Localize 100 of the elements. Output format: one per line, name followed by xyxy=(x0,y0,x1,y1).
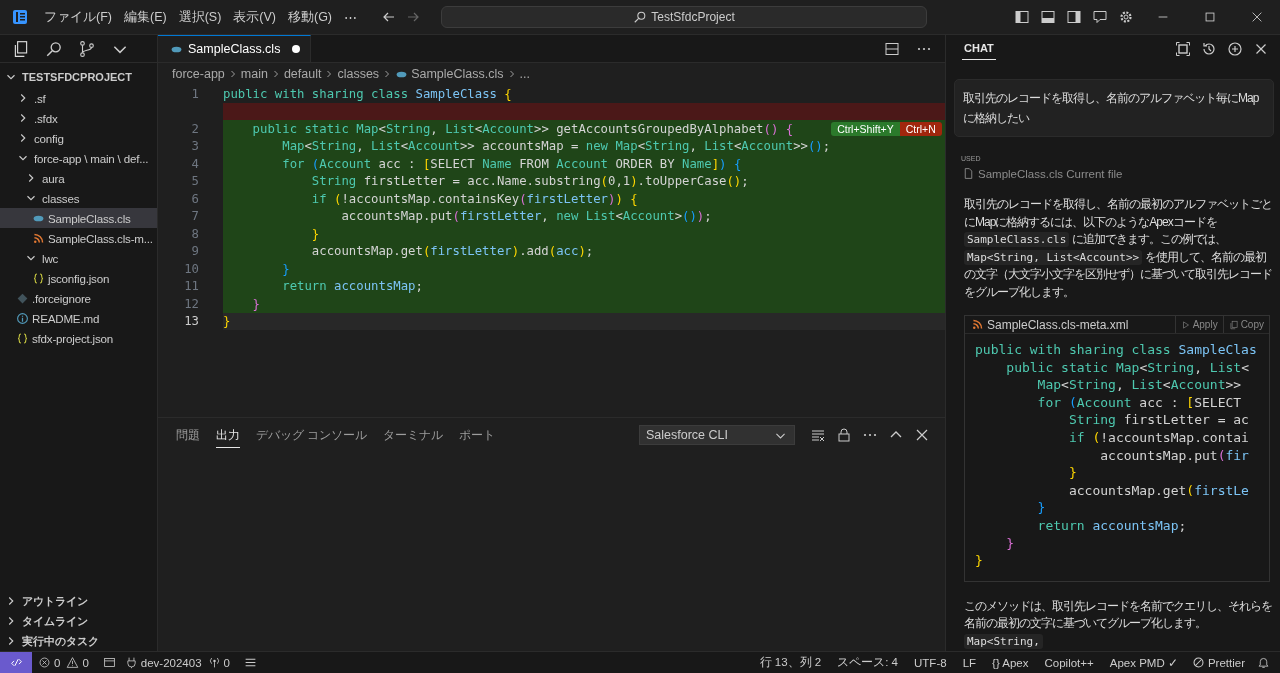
secondary-sidebar-toggle-icon[interactable] xyxy=(1066,9,1082,25)
breadcrumb-item[interactable]: force-app xyxy=(172,67,225,81)
status-item[interactable]: Apex PMD ✓ xyxy=(1109,655,1178,670)
collapsed-section-header[interactable]: 実行中のタスク xyxy=(0,631,157,651)
collapsed-section-header[interactable]: タイムライン xyxy=(0,611,157,631)
tree-item[interactable]: force-app \ main \ def... xyxy=(0,148,157,168)
menu-icon[interactable] xyxy=(243,656,257,669)
code-line: accountsMap.get(firstLetter).add(acc); xyxy=(310,244,594,259)
code-line: } xyxy=(223,314,231,329)
code-line: return accountsMap; xyxy=(281,279,423,294)
source-control-icon[interactable] xyxy=(78,39,96,58)
tree-item[interactable]: .sfdx xyxy=(0,108,157,128)
tree-item[interactable]: sfdx-project.json xyxy=(0,328,157,348)
lock-icon[interactable] xyxy=(836,427,852,443)
panel-tab[interactable]: ターミナル xyxy=(383,422,444,448)
panel-tab[interactable]: ポート xyxy=(459,422,496,448)
status-item[interactable]: 0 xyxy=(223,656,230,669)
answer-paragraph: このメソッドは、取引先レコードを名前でクエリし、それらを名前の最初の文字に基づいてグループ化します。 Map<String, xyxy=(964,597,1272,651)
code-line: String firstLetter = ac xyxy=(1067,412,1250,430)
maximize-icon[interactable] xyxy=(1175,40,1191,57)
status-item[interactable]: UTF-8 xyxy=(914,656,947,669)
more-menu-button[interactable]: ⋯ xyxy=(338,5,364,29)
shortcut-button[interactable]: Ctrl+N xyxy=(899,121,942,136)
braces-icon xyxy=(32,271,45,285)
menu-item[interactable]: 選択(S) xyxy=(172,4,228,30)
clear-output-icon[interactable] xyxy=(810,427,826,443)
bell-icon[interactable] xyxy=(1257,656,1270,669)
layout-icon[interactable] xyxy=(102,656,116,669)
error-icon[interactable] xyxy=(38,656,51,669)
code-line: if (!accountsMap.contai xyxy=(1067,429,1250,447)
menu-item[interactable]: 移動(G) xyxy=(282,4,339,30)
tree-item[interactable]: config xyxy=(0,128,157,148)
panel-tab[interactable]: デバッグ コンソール xyxy=(256,422,368,448)
line-number: 10 xyxy=(184,261,199,276)
status-item[interactable]: LF xyxy=(962,656,977,669)
status-item[interactable]: Prettier xyxy=(1207,656,1245,669)
panel-toggle-icon[interactable] xyxy=(1040,9,1056,25)
tree-item[interactable]: aura xyxy=(0,168,157,188)
code-file-name: SampleClass.cls-meta.xml xyxy=(987,317,1130,332)
menu-item[interactable]: ファイル(F) xyxy=(38,4,118,30)
tree-item[interactable]: jsconfig.json xyxy=(0,268,157,288)
line-number: 2 xyxy=(191,121,199,136)
warning-icon[interactable] xyxy=(66,656,80,669)
chat-tab[interactable]: CHAT xyxy=(962,37,996,60)
blocked-circle-icon[interactable] xyxy=(1191,656,1205,669)
editor-tab[interactable]: SampleClass.cls xyxy=(158,35,312,62)
tree-item[interactable]: .sf xyxy=(0,88,157,108)
chat-bubble-icon[interactable] xyxy=(1092,9,1108,25)
settings-icon[interactable] xyxy=(1118,9,1134,25)
split-editor-icon[interactable] xyxy=(884,40,900,57)
status-item[interactable]: Copilot++ xyxy=(1044,656,1094,669)
code-line: } xyxy=(1067,465,1078,483)
tree-item[interactable]: README.md xyxy=(0,308,157,328)
reference-link[interactable]: SampleClass.cls Current file xyxy=(978,167,1123,180)
breadcrumb-item[interactable]: classes xyxy=(337,67,380,81)
code-line: for (Account acc : [SELECT xyxy=(1036,394,1243,412)
search-icon[interactable] xyxy=(45,39,63,58)
project-title[interactable]: TESTSFDCPROJECT xyxy=(22,71,132,83)
rss-icon xyxy=(971,318,984,331)
menu-item[interactable]: 編集(E) xyxy=(117,4,173,30)
plug-icon[interactable] xyxy=(124,656,138,669)
close-icon[interactable] xyxy=(914,427,930,443)
close-icon[interactable] xyxy=(1250,10,1264,24)
sidebar-toggle-icon[interactable] xyxy=(1014,9,1030,25)
breadcrumb-item[interactable]: ... xyxy=(519,67,530,81)
breadcrumb-item[interactable]: SampleClass.cls xyxy=(411,67,504,81)
tree-item[interactable]: lwc xyxy=(0,248,157,268)
copy-button[interactable]: Copy xyxy=(1222,316,1269,333)
code-line: public static Map<String, List<Account>> getAccountsGroupedByAlphabet() { xyxy=(251,121,794,136)
collapsed-section-header[interactable]: アウトライン xyxy=(0,591,157,611)
panel-tab[interactable]: 問題 xyxy=(176,422,200,448)
status-item[interactable]: スペース: 4 xyxy=(837,655,899,670)
history-icon[interactable] xyxy=(1201,40,1217,57)
breadcrumb-item[interactable]: default xyxy=(283,67,322,81)
explorer-icon[interactable] xyxy=(12,39,30,58)
status-item[interactable]: dev-202403 xyxy=(140,656,202,669)
shortcut-button[interactable]: Ctrl+Shift+Y xyxy=(831,121,900,136)
status-item[interactable]: {} Apex xyxy=(992,656,1029,669)
apply-button[interactable]: Apply xyxy=(1174,316,1223,333)
broadcast-icon[interactable] xyxy=(207,656,221,669)
status-item[interactable]: 0 xyxy=(54,656,61,669)
tree-item[interactable]: .forceignore xyxy=(0,288,157,308)
breadcrumb-item[interactable]: main xyxy=(240,67,268,81)
unsaved-dot xyxy=(292,45,301,53)
command-search-field[interactable]: TestSfdcProject xyxy=(441,6,928,28)
menu-item[interactable]: 表示(V) xyxy=(227,4,282,30)
plus-icon[interactable] xyxy=(1227,40,1243,57)
code-line: public with sharing class SampleClass { xyxy=(223,86,512,101)
tree-item[interactable]: SampleClass.cls xyxy=(0,208,157,228)
status-item[interactable]: 0 xyxy=(82,656,89,669)
output-channel-dropdown[interactable]: Salesforce CLI xyxy=(639,425,795,445)
panel-tab[interactable]: 出力 xyxy=(216,422,240,448)
code-line: return accountsMap; xyxy=(1036,517,1188,535)
remote-button[interactable] xyxy=(0,652,32,673)
status-item[interactable]: 行 13、列 2 xyxy=(759,655,822,670)
tree-item[interactable]: SampleClass.cls-m... xyxy=(0,228,157,248)
copy-icon xyxy=(1228,319,1239,330)
tree-item[interactable]: classes xyxy=(0,188,157,208)
code-line: if (!accountsMap.containsKey(firstLetter)) { xyxy=(310,191,638,206)
code-line: } xyxy=(1036,500,1047,518)
